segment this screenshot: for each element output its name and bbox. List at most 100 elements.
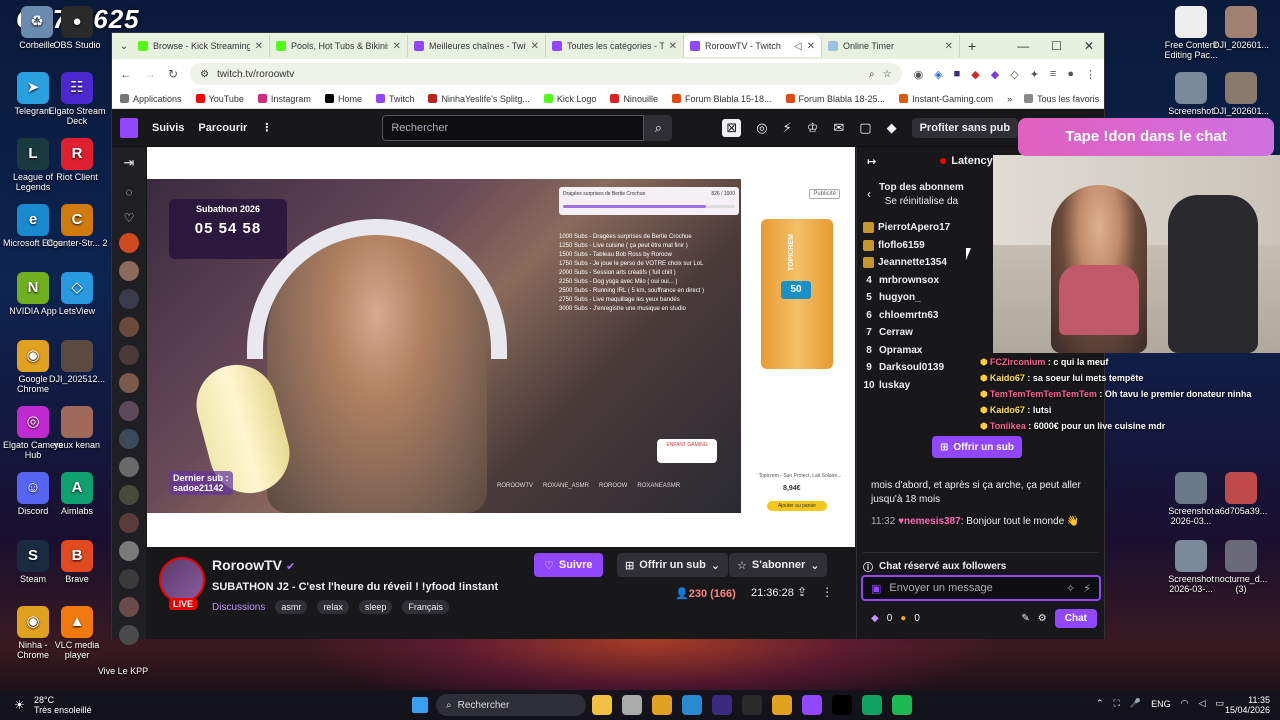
channel-name[interactable]: RoroowTV ✔ [212,557,295,573]
heart-icon[interactable]: ♡ [112,211,146,225]
followed-channel-avatar[interactable] [119,429,139,449]
nav-following[interactable]: Suivis [152,122,184,134]
bookmark-item[interactable]: Forum Blabla 18-25... [785,94,885,104]
activity-icon[interactable]: ◎ [756,120,767,136]
followed-channel-avatar[interactable] [119,513,139,533]
chat-gift-sub-button[interactable]: ⊞ Offrir un sub [932,436,1022,458]
tray-chevron-icon[interactable]: ⌃ [1096,698,1104,709]
address-bar[interactable]: ⚙ twitch.tv/roroowtv ⌕ ☆ [190,63,902,85]
whisper-icon[interactable]: ▢ [859,120,871,136]
url-text[interactable]: twitch.tv/roroowtv [217,69,861,80]
browser-tab[interactable]: Pools, Hot Tubs & Bikinis ✕ [270,35,408,57]
taskbar-app-icon[interactable] [682,695,702,715]
extension-icon[interactable]: ■ [954,68,961,81]
extension-icon[interactable]: ◆ [991,68,999,81]
twitch-logo-icon[interactable] [120,117,138,138]
desktop-icon[interactable]: DJI_202601... [1210,6,1272,50]
followed-channel-avatar[interactable] [119,541,139,561]
desktop-icon[interactable]: a6d705a39... [1210,472,1272,516]
reload-icon[interactable]: ↻ [168,67,178,81]
bookmark-item[interactable]: Ninouille [610,94,658,104]
expand-sidebar-icon[interactable]: ⇥ [112,155,146,171]
extension-icon[interactable]: ⊠ [722,118,742,137]
mic-icon[interactable]: 🎤 [1130,698,1141,709]
ad-panel[interactable]: Publicité TOPICREM 50 Topicrem - Sun Pro… [747,179,852,513]
turbo-button[interactable]: Profiter sans pub [911,117,1019,138]
coin-icon[interactable]: ● [900,613,906,624]
followed-channel-avatar[interactable] [119,233,139,253]
bookmark-item[interactable]: NinhaYeslife's Splitg... [428,94,530,104]
bookmark-item[interactable]: Home [324,94,362,104]
tab-search-icon[interactable]: ⌄ [116,41,132,52]
followed-channel-avatar[interactable] [119,625,139,645]
wand-icon[interactable]: ✎ [1021,613,1029,624]
followed-channel-avatar[interactable] [119,289,139,309]
spark-icon[interactable]: ✧ [1066,582,1075,595]
video-player[interactable]: Subathon 2026 05 54 58 Dragées surprises… [147,147,855,547]
zoom-icon[interactable]: ⌕ [869,69,875,80]
desktop-icon[interactable]: yeux kenan [46,406,108,450]
followed-channel-avatar[interactable] [119,569,139,589]
close-tab-icon[interactable]: ✕ [945,41,953,52]
twitch-search-input[interactable]: Rechercher [382,114,645,141]
battery-icon[interactable]: ▭ [1215,698,1224,709]
tag[interactable]: Français [402,600,449,614]
tag[interactable]: relax [317,600,349,614]
mail-icon[interactable]: ✉ [833,120,844,136]
bookmark-item[interactable]: YouTube [195,94,244,104]
nav-browse[interactable]: Parcourir [198,122,247,134]
bookmark-item[interactable]: Twitch [375,94,414,104]
desktop-icon[interactable]: ▲ VLC media player [46,606,108,660]
close-tab-icon[interactable]: ✕ [531,41,539,52]
desktop-icon[interactable]: DJI_202601... [1210,72,1272,116]
menu-icon[interactable]: ⋮ [1085,68,1096,81]
browser-tab[interactable]: Online Timer ✕ [822,35,960,57]
network-icon[interactable]: ⛶ [1114,698,1120,709]
taskbar-app-icon[interactable] [832,695,852,715]
puzzle-icon[interactable]: ✦ [1030,68,1039,81]
browser-tab[interactable]: Browse - Kick Streaming ✕ [132,35,270,57]
taskbar-app-icon[interactable] [772,695,792,715]
taskbar-app-icon[interactable] [652,695,672,715]
language-indicator[interactable]: ENG [1151,699,1171,709]
bookmark-item[interactable]: Instagram [257,94,311,104]
close-tab-icon[interactable]: ✕ [807,41,815,52]
bits-icon[interactable]: ⚡ [1083,582,1091,595]
follow-button[interactable]: ♡ Suivre [534,553,603,577]
points-icon[interactable]: ◆ [871,613,879,624]
volume-icon[interactable]: ◁ [1198,698,1205,709]
desktop-icon[interactable]: R Riot Client [46,138,108,182]
settings-gear-icon[interactable]: ⚙ [1038,613,1047,624]
followed-channel-avatar[interactable] [119,457,139,477]
desktop-icon[interactable]: nocturne_d... (3) [1210,540,1272,594]
more-icon[interactable]: ⋮ [261,121,272,134]
followed-channel-avatar[interactable] [119,373,139,393]
close-tab-icon[interactable]: ✕ [255,41,263,52]
ad-cta-button[interactable]: Ajouter au panier [767,501,827,511]
profile-avatar[interactable]: ● [1067,68,1074,81]
stream-video[interactable]: Subathon 2026 05 54 58 Dragées surprises… [147,179,741,513]
desktop-icon[interactable]: A Aimlabs [46,472,108,516]
followed-channel-avatar[interactable] [119,401,139,421]
media-icon[interactable]: ≡ [1050,68,1056,81]
site-info-icon[interactable]: ⚙ [200,69,209,80]
category-link[interactable]: Discussions [212,602,265,613]
back-icon[interactable]: ← [120,67,132,81]
bookmark-star-icon[interactable]: ☆ [883,69,892,80]
minimize-icon[interactable]: — [1017,39,1029,53]
followed-channel-avatar[interactable] [119,597,139,617]
forward-icon[interactable]: → [144,67,156,81]
share-icon[interactable]: ⇪ [797,585,807,599]
channel-avatar[interactable] [159,557,205,603]
collapse-chat-icon[interactable]: ↦ [867,155,876,168]
desktop-icon[interactable]: ◇ LetsView [46,272,108,316]
tag[interactable]: sleep [358,600,393,614]
maximize-icon[interactable]: ☐ [1051,39,1062,53]
weather-widget[interactable]: 28°C Très ensoleillé [34,695,92,715]
followed-channel-avatar[interactable] [119,485,139,505]
taskbar-app-icon[interactable] [802,695,822,715]
extension-icon[interactable]: ◇ [1010,68,1018,81]
browser-tab[interactable]: RoroowTV - Twitch ◁ ✕ [684,35,822,57]
windows-start-icon[interactable] [412,697,428,713]
tag[interactable]: asmr [275,600,308,614]
